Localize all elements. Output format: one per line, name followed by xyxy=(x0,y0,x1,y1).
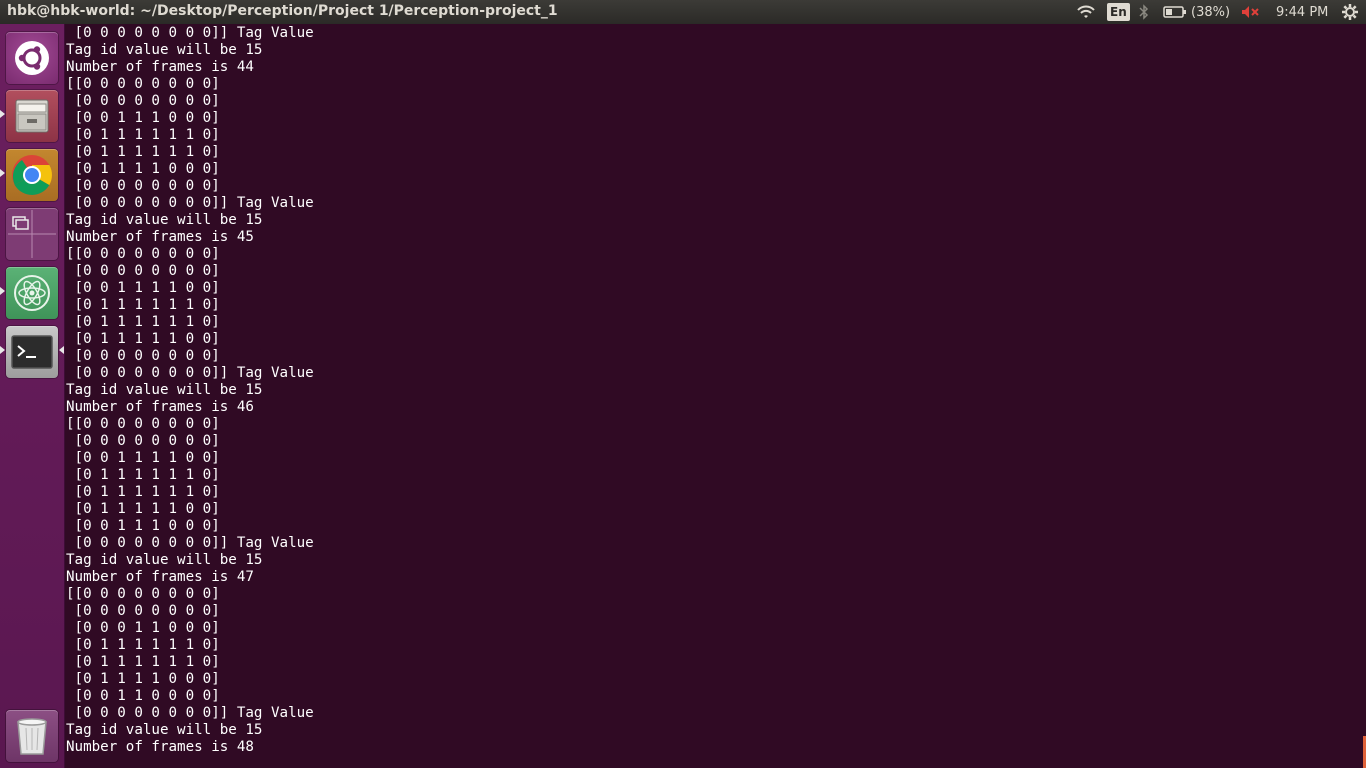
terminal-line: [0 0 1 1 0 0 0 0] xyxy=(66,688,220,704)
window-title: hbk@hbk-world: ~/Desktop/Perception/Proj… xyxy=(7,3,558,19)
terminal-line: [0 0 1 1 1 1 0 0] xyxy=(66,280,220,296)
clock-label: 9:44 PM xyxy=(1276,4,1329,20)
battery-indicator[interactable]: (38%) xyxy=(1163,0,1230,24)
top-panel: hbk@hbk-world: ~/Desktop/Perception/Proj… xyxy=(0,0,1366,24)
terminal-output[interactable]: [0 0 0 0 0 0 0 0]] Tag Value Tag id value… xyxy=(66,25,314,756)
terminal-line: [0 0 0 0 0 0 0 0] xyxy=(66,433,220,449)
terminal-line: Number of frames is 46 xyxy=(66,399,254,415)
terminal-line: Number of frames is 47 xyxy=(66,569,254,585)
settings-gear-icon[interactable] xyxy=(1341,0,1359,24)
terminal-line: Number of frames is 48 xyxy=(66,739,254,755)
terminal-launcher[interactable] xyxy=(6,326,58,378)
volume-muted-icon[interactable] xyxy=(1240,0,1260,24)
ubuntu-dash-icon xyxy=(15,41,49,75)
terminal-line: [0 1 1 1 1 0 0 0] xyxy=(66,161,220,177)
terminal-line: [0 1 1 1 1 1 1 0] xyxy=(66,127,220,143)
chrome-icon xyxy=(12,155,52,195)
files-running-pip xyxy=(0,110,5,118)
terminal-line: [[0 0 0 0 0 0 0 0] xyxy=(66,246,220,262)
chrome-running-pip xyxy=(0,169,5,177)
terminal-line: [0 1 1 1 1 1 0 0] xyxy=(66,501,220,517)
bluetooth-icon[interactable] xyxy=(1139,0,1149,24)
terminal-line: [0 1 1 1 1 0 0 0] xyxy=(66,671,220,687)
files-icon xyxy=(15,99,49,133)
terminal-line: [0 0 0 0 0 0 0 0] xyxy=(66,603,220,619)
terminal-icon xyxy=(11,335,53,369)
terminal-line: [0 1 1 1 1 1 1 0] xyxy=(66,467,220,483)
terminal-line: Tag id value will be 15 xyxy=(66,552,263,568)
atom-running-pip xyxy=(0,287,5,295)
unity-launcher xyxy=(0,24,65,768)
trash-launcher[interactable] xyxy=(6,710,58,762)
terminal-line: [0 1 1 1 1 1 0 0] xyxy=(66,331,220,347)
atom-icon xyxy=(14,275,50,311)
workspace-switcher-icon xyxy=(8,210,56,258)
terminal-line: [0 0 1 1 1 1 0 0] xyxy=(66,450,220,466)
terminal-line: [0 1 1 1 1 1 1 0] xyxy=(66,654,220,670)
files-launcher[interactable] xyxy=(6,90,58,142)
wifi-icon[interactable] xyxy=(1076,0,1096,24)
terminal-line: Tag id value will be 15 xyxy=(66,722,263,738)
terminal-line: Tag id value will be 15 xyxy=(66,382,263,398)
chrome-launcher[interactable] xyxy=(6,149,58,201)
terminal-line: [0 1 1 1 1 1 1 0] xyxy=(66,314,220,330)
terminal-line: [0 0 0 0 0 0 0 0]] Tag Value xyxy=(66,25,314,41)
terminal-line: [0 0 0 0 0 0 0 0]] Tag Value xyxy=(66,195,314,211)
terminal-line: [0 1 1 1 1 1 1 0] xyxy=(66,637,220,653)
terminal-line: Tag id value will be 15 xyxy=(66,42,263,58)
keyboard-layout-indicator[interactable]: En xyxy=(1107,0,1130,24)
terminal-line: [[0 0 0 0 0 0 0 0] xyxy=(66,586,220,602)
terminal-line: Tag id value will be 15 xyxy=(66,212,263,228)
terminal-line: [0 0 0 1 1 0 0 0] xyxy=(66,620,220,636)
workspace-switcher[interactable] xyxy=(6,208,58,260)
battery-percent: (38%) xyxy=(1191,4,1231,20)
terminal-focused-pip xyxy=(59,346,64,354)
terminal-line: [0 0 0 0 0 0 0 0] xyxy=(66,348,220,364)
terminal-line: [0 0 0 0 0 0 0 0] xyxy=(66,263,220,279)
keyboard-layout-label: En xyxy=(1107,3,1130,21)
terminal-line: Number of frames is 44 xyxy=(66,59,254,75)
terminal-line: [[0 0 0 0 0 0 0 0] xyxy=(66,76,220,92)
terminal-line: [0 0 0 0 0 0 0 0] xyxy=(66,93,220,109)
terminal-line: Number of frames is 45 xyxy=(66,229,254,245)
atom-launcher[interactable] xyxy=(6,267,58,319)
terminal-line: [0 0 1 1 1 0 0 0] xyxy=(66,110,220,126)
terminal-line: [[0 0 0 0 0 0 0 0] xyxy=(66,416,220,432)
terminal-line: [0 0 0 0 0 0 0 0] xyxy=(66,178,220,194)
terminal-line: [0 0 0 0 0 0 0 0]] Tag Value xyxy=(66,705,314,721)
dash-button[interactable] xyxy=(6,32,58,84)
battery-icon xyxy=(1163,6,1186,18)
terminal-running-pip xyxy=(0,346,5,354)
terminal-line: [0 1 1 1 1 1 1 0] xyxy=(66,297,220,313)
terminal-line: [0 1 1 1 1 1 1 0] xyxy=(66,484,220,500)
terminal-line: [0 0 0 0 0 0 0 0]] Tag Value xyxy=(66,365,314,381)
clock[interactable]: 9:44 PM xyxy=(1276,0,1328,24)
trash-icon xyxy=(17,718,47,755)
terminal-line: [0 1 1 1 1 1 1 0] xyxy=(66,144,220,160)
terminal-line: [0 0 1 1 1 0 0 0] xyxy=(66,518,220,534)
terminal-window[interactable]: [0 0 0 0 0 0 0 0]] Tag Value Tag id value… xyxy=(65,24,1366,768)
terminal-line: [0 0 0 0 0 0 0 0]] Tag Value xyxy=(66,535,314,551)
